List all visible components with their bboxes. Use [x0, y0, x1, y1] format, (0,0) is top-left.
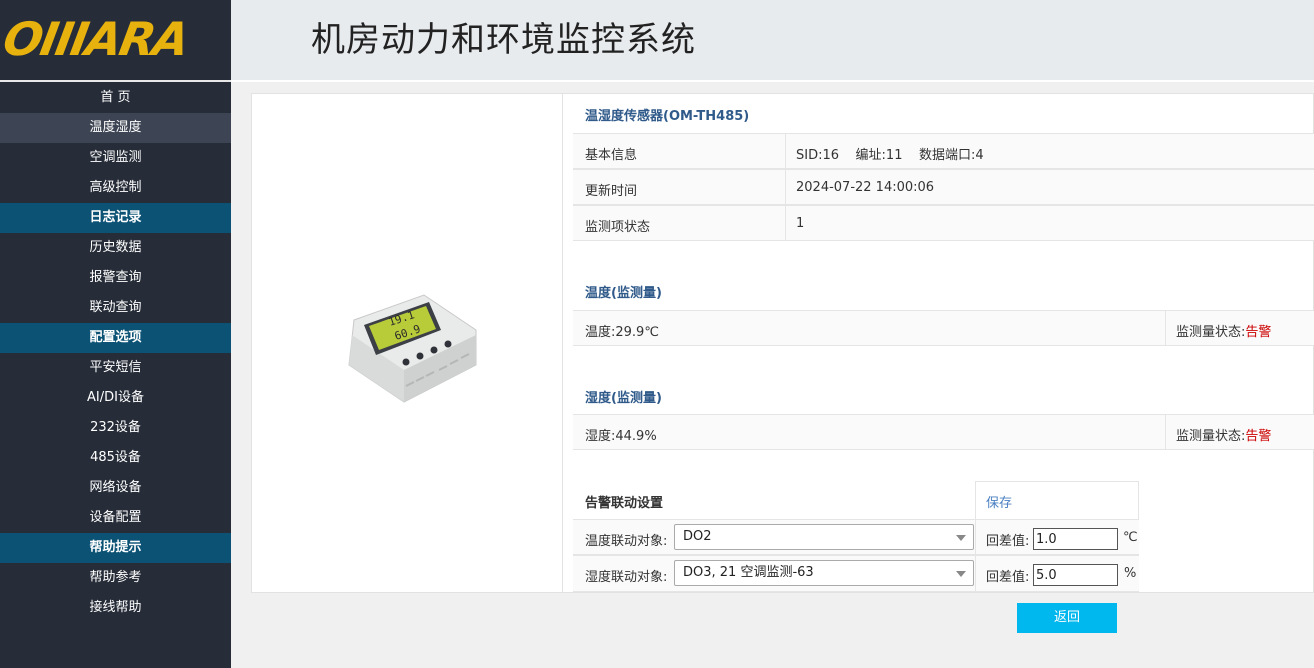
sidebar-item-aidi[interactable]: AI/DI设备	[0, 383, 231, 413]
temp-hysteresis-input[interactable]	[1033, 528, 1118, 550]
basic-info-label: 基本信息	[585, 148, 638, 163]
humidity-alarm-badge: 告警	[1245, 429, 1272, 444]
basic-info-value: SID:16 编址:11 数据端口:4	[796, 148, 984, 163]
temperature-reading: 温度:29.9℃	[585, 325, 659, 340]
hum-linkage-row: 湿度联动对象: DO3, 21 空调监测-63 回差值: %	[573, 555, 1139, 592]
hum-target-label: 湿度联动对象:	[585, 570, 668, 585]
sidebar-section-config[interactable]: 配置选项	[0, 323, 231, 353]
chevron-down-icon	[956, 535, 966, 541]
basic-info-row: 基本信息 SID:16 编址:11 数据端口:4	[573, 133, 1314, 169]
humidity-state-label: 监测量状态:	[1176, 429, 1246, 444]
update-time-row: 更新时间 2024-07-22 14:00:06	[573, 169, 1314, 205]
sidebar-item-advanced-control[interactable]: 高级控制	[0, 173, 231, 203]
sidebar-item-history[interactable]: 历史数据	[0, 233, 231, 263]
back-button[interactable]: 返回	[1017, 603, 1117, 633]
linkage-header-row: 告警联动设置 保存	[573, 481, 1139, 519]
device-image-cell: 19.1 60.9	[252, 94, 563, 592]
humidity-title: 湿度(监测量)	[585, 391, 662, 406]
temp-target-value: DO2	[683, 529, 712, 544]
temperature-alarm-badge: 告警	[1245, 325, 1272, 340]
sidebar-item-wiring-help[interactable]: 接线帮助	[0, 593, 231, 623]
humidity-reading: 湿度:44.9%	[585, 429, 657, 444]
update-time-label: 更新时间	[585, 184, 638, 199]
temperature-title: 温度(监测量)	[585, 286, 662, 301]
temp-target-select[interactable]: DO2	[674, 524, 974, 550]
temp-linkage-row: 温度联动对象: DO2 回差值: ℃	[573, 519, 1139, 555]
sidebar-section-help[interactable]: 帮助提示	[0, 533, 231, 563]
sidebar-item-home[interactable]: 首 页	[0, 83, 231, 113]
temperature-state: 监测量状态:告警	[1176, 321, 1271, 340]
linkage-title: 告警联动设置	[585, 496, 664, 511]
sidebar-nav: 首 页 温度湿度 空调监测 高级控制 日志记录 历史数据 报警查询 联动查询 配…	[0, 83, 231, 623]
status-label: 监测项状态	[585, 220, 651, 235]
page-header: 机房动力和环境监控系统	[231, 0, 1314, 82]
page-title: 机房动力和环境监控系统	[311, 20, 696, 60]
chevron-down-icon	[956, 571, 966, 577]
device-panel: 19.1 60.9 温湿度传感器(OM-TH485) 基本信息 SID:16 编…	[251, 93, 1314, 593]
sidebar-item-alarm-query[interactable]: 报警查询	[0, 263, 231, 293]
sidebar-item-temp-humidity[interactable]: 温度湿度	[0, 113, 231, 143]
hum-unit: %	[1124, 566, 1137, 581]
sidebar-item-device-config[interactable]: 设备配置	[0, 503, 231, 533]
temp-hyst-label: 回差值:	[986, 534, 1030, 549]
save-link[interactable]: 保存	[986, 492, 1012, 511]
sidebar-item-sms[interactable]: 平安短信	[0, 353, 231, 383]
sidebar-item-ac-monitor[interactable]: 空调监测	[0, 143, 231, 173]
logo-area: OIIIARA	[0, 0, 231, 82]
status-row: 监测项状态 1	[573, 205, 1314, 241]
sidebar-section-logs[interactable]: 日志记录	[0, 203, 231, 233]
sensor-device-image: 19.1 60.9	[348, 294, 477, 403]
temperature-row: 温度:29.9℃ 监测量状态:告警	[573, 310, 1314, 346]
device-title: 温湿度传感器(OM-TH485)	[585, 109, 750, 124]
temperature-state-label: 监测量状态:	[1176, 325, 1246, 340]
sidebar-item-485[interactable]: 485设备	[0, 443, 231, 473]
sidebar-item-help-ref[interactable]: 帮助参考	[0, 563, 231, 593]
sidebar: OIIIARA 首 页 温度湿度 空调监测 高级控制 日志记录 历史数据 报警查…	[0, 0, 231, 668]
humidity-state: 监测量状态:告警	[1176, 425, 1271, 444]
brand-logo[interactable]: OIIIARA	[0, 12, 192, 66]
humidity-row: 湿度:44.9% 监测量状态:告警	[573, 414, 1314, 450]
temp-target-label: 温度联动对象:	[585, 534, 668, 549]
hum-target-value: DO3, 21 空调监测-63	[683, 565, 814, 580]
sidebar-item-linkage-query[interactable]: 联动查询	[0, 293, 231, 323]
status-value: 1	[796, 216, 805, 231]
temp-unit: ℃	[1123, 530, 1138, 545]
hum-hyst-label: 回差值:	[986, 570, 1030, 585]
update-time-value: 2024-07-22 14:00:06	[796, 180, 935, 195]
sidebar-item-232[interactable]: 232设备	[0, 413, 231, 443]
sidebar-item-network[interactable]: 网络设备	[0, 473, 231, 503]
hum-target-select[interactable]: DO3, 21 空调监测-63	[674, 560, 974, 586]
hum-hysteresis-input[interactable]	[1033, 564, 1118, 586]
